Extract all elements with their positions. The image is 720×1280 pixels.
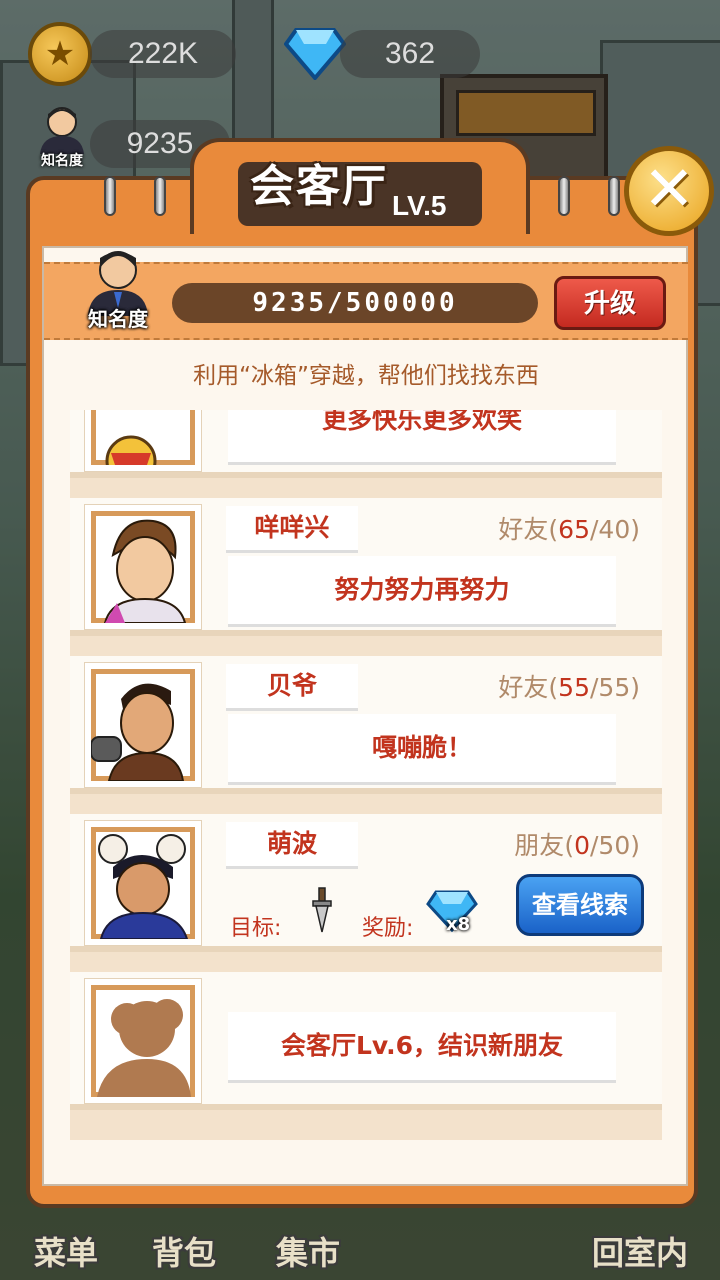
character-message: 嘎嘣脆！ xyxy=(228,714,616,785)
character-portrait xyxy=(84,410,202,472)
locked-portrait xyxy=(84,978,202,1104)
nav-menu[interactable]: 菜单 xyxy=(34,1228,98,1274)
fame-avatar-icon: 知名度 xyxy=(80,246,156,331)
view-clues-button[interactable]: 查看线索 xyxy=(516,874,644,936)
nav-market[interactable]: 集市 xyxy=(276,1228,340,1274)
list-item: 咩咩兴 好友(65/40) 努力努力再努力 xyxy=(70,498,662,636)
binder-ring xyxy=(608,176,620,216)
character-message: 更多快乐更多欢笑 xyxy=(228,410,616,465)
character-name: 咩咩兴 xyxy=(226,506,358,553)
list-item: 更多快乐更多欢笑 xyxy=(70,410,662,478)
fame-progress-bar: 9235/500000 xyxy=(172,283,538,323)
relationship-status: 好友(65/40) xyxy=(498,515,640,544)
character-name: 萌波 xyxy=(226,822,358,869)
target-label: 目标: xyxy=(230,916,282,941)
list-item: 萌波 朋友(0/50) 目标: 奖励: x8 查看线索 xyxy=(70,814,662,952)
hint-text: 利用“冰箱”穿越，帮他们找找东西 xyxy=(193,363,539,389)
dagger-icon xyxy=(312,887,332,933)
gem-counter: 362 xyxy=(340,30,480,78)
relationship-status: 朋友(0/50) xyxy=(514,831,640,860)
unlock-message: 会客厅Lv.6，结识新朋友 xyxy=(228,1012,616,1083)
nav-backpack[interactable]: 背包 xyxy=(152,1228,216,1274)
coin-counter: 222K xyxy=(90,30,236,78)
character-message: 努力努力再努力 xyxy=(228,556,616,627)
list-item: 贝爷 好友(55/55) 嘎嘣脆！ xyxy=(70,656,662,794)
diamond-icon xyxy=(284,28,346,80)
binder-ring xyxy=(154,176,166,216)
character-portrait xyxy=(84,662,202,788)
character-portrait xyxy=(84,504,202,630)
binder-ring xyxy=(104,176,116,216)
reward-label: 奖励: xyxy=(362,916,414,941)
character-list[interactable]: 更多快乐更多欢笑 咩咩兴 好友(65/40) 努力努力再努力 贝爷 好友(55/… xyxy=(70,410,662,1140)
reward-count: x8 xyxy=(446,914,471,935)
binder-ring xyxy=(558,176,570,216)
coin-icon: ★ xyxy=(28,22,92,86)
panel-level: LV.5 xyxy=(392,190,447,221)
upgrade-button[interactable]: 升级 xyxy=(554,276,666,330)
close-button[interactable]: ✕ xyxy=(624,146,714,236)
character-name: 贝爷 xyxy=(226,664,358,711)
fame-label: 知名度 xyxy=(88,307,148,331)
relationship-status: 好友(55/55) xyxy=(498,673,640,702)
locked-list-item: 会客厅Lv.6，结识新朋友 xyxy=(70,972,662,1110)
fame-label: 知名度 xyxy=(41,153,83,169)
nav-go-indoors[interactable]: 回室内 xyxy=(592,1228,688,1274)
panel-title: 会客厅 xyxy=(250,161,388,212)
character-portrait xyxy=(84,820,202,946)
fame-avatar-icon: 知名度 xyxy=(34,104,90,170)
